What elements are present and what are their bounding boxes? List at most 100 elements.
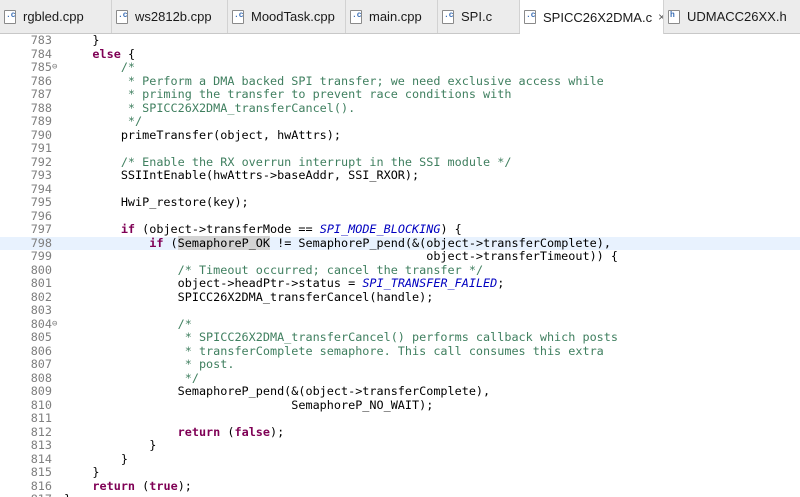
code-line[interactable]: 799 object->transferTimeout)) {: [0, 249, 800, 264]
code-token: SSIIntEnable(hwAttrs->baseAddr, SSI_RXOR…: [64, 168, 420, 182]
code-text: if (object->transferMode == SPI_MODE_BLO…: [64, 222, 462, 237]
comment-token: * priming the transfer to prevent race c…: [64, 87, 512, 101]
code-line[interactable]: 816 return (true);: [0, 478, 800, 494]
keyword-token: return: [92, 478, 136, 493]
code-text: object->transferTimeout)) {: [64, 249, 618, 264]
code-line[interactable]: 802 SPICC26X2DMA_transferCancel(handle);: [0, 290, 800, 305]
code-line[interactable]: 815 }: [0, 465, 800, 480]
tab-label: ws2812b.cpp: [135, 9, 212, 24]
tab-rgbled-cpp[interactable]: .c rgbled.cpp: [0, 0, 112, 33]
code-line[interactable]: 788 * SPICC26X2DMA_transferCancel().: [0, 100, 800, 116]
line-number: 804: [30, 316, 52, 331]
code-token: ;: [497, 276, 505, 290]
tab-spicc26x2dma-c[interactable]: .c SPICC26X2DMA.c ×: [520, 0, 664, 34]
c-file-icon: .c: [524, 10, 536, 24]
line-number: 785: [30, 60, 52, 74]
code-line[interactable]: 812 return (false);: [0, 424, 800, 440]
code-line[interactable]: 807 * post.: [0, 357, 800, 372]
code-line[interactable]: 806 * transferComplete semaphore. This c…: [0, 343, 800, 359]
code-text: }: [64, 34, 99, 48]
c-file-icon: .c: [442, 9, 454, 24]
code-token: ) {: [440, 222, 462, 236]
code-line[interactable]: 794: [0, 182, 800, 197]
line-number: 814: [30, 451, 52, 466]
code-text: }: [64, 438, 156, 453]
line-number: 815: [30, 465, 52, 479]
code-line[interactable]: 800 /* Timeout occurred; cancel the tran…: [0, 262, 800, 278]
code-text: else {: [64, 46, 135, 62]
tab-ws2812b-cpp[interactable]: .c ws2812b.cpp: [112, 0, 228, 33]
code-text: return (false);: [64, 424, 285, 440]
line-number: 789: [30, 114, 52, 128]
line-number: 812: [30, 424, 52, 439]
keyword-token: false: [234, 424, 270, 439]
code-line[interactable]: 803: [0, 303, 800, 318]
fold-toggle-icon[interactable]: ⊖: [52, 61, 62, 75]
code-line[interactable]: 795 HwiP_restore(key);: [0, 195, 800, 210]
comment-token: /* Timeout occurred; cancel the transfer…: [177, 262, 484, 277]
line-number: 801: [30, 276, 52, 290]
code-editor[interactable]: 783 } 784 else {785 ⊖ /* 786 * Perform a DM…: [0, 34, 800, 497]
fold-toggle-icon[interactable]: ⊖: [52, 318, 62, 332]
code-token: object->transferTimeout)) {: [64, 249, 618, 263]
code-token: (object->transferMode ==: [135, 222, 320, 236]
code-line[interactable]: 804 ⊖ /*: [0, 316, 800, 332]
code-line[interactable]: 801 object->headPtr->status = SPI_TRANSF…: [0, 276, 800, 291]
code-line[interactable]: 810 SemaphoreP_NO_WAIT);: [0, 397, 800, 413]
code-line[interactable]: 786 * Perform a DMA backed SPI transfer;…: [0, 74, 800, 89]
code-line[interactable]: 817}: [0, 492, 800, 497]
line-number: 810: [30, 397, 52, 412]
code-line-current[interactable]: 798 if (SemaphoreP_OK != SemaphoreP_pend…: [0, 235, 800, 250]
code-text: /*: [64, 60, 135, 75]
code-line[interactable]: 809 SemaphoreP_pend(&(object->transferCo…: [0, 384, 800, 399]
keyword-token: else: [92, 46, 121, 61]
code-line[interactable]: 796: [0, 209, 800, 224]
code-token: != SemaphoreP_pend(&(object->transferCom…: [270, 235, 611, 250]
code-line[interactable]: 785 ⊖ /*: [0, 60, 800, 75]
c-file-icon: .c: [116, 9, 128, 24]
tab-udmacc26xx-h[interactable]: h UDMACC26XX.h: [664, 0, 800, 33]
code-text: }: [64, 465, 99, 480]
line-number: 798: [30, 235, 52, 250]
line-number: 799: [30, 249, 52, 263]
tab-main-cpp[interactable]: .c main.cpp: [346, 0, 438, 33]
code-line[interactable]: 783 }: [0, 34, 800, 48]
code-text: SPICC26X2DMA_transferCancel(handle);: [64, 290, 434, 305]
code-text: * SPICC26X2DMA_transferCancel() performs…: [64, 330, 618, 345]
header-file-icon: h: [668, 9, 680, 24]
comment-token: */: [64, 370, 199, 385]
code-line[interactable]: 789 */: [0, 114, 800, 129]
code-line[interactable]: 814 }: [0, 451, 800, 467]
code-line[interactable]: 784 else {: [0, 46, 800, 62]
line-number: 788: [30, 100, 52, 115]
line-number: 809: [30, 384, 52, 398]
code-token: }: [64, 492, 71, 497]
code-token: (: [135, 478, 150, 493]
code-line[interactable]: 792 /* Enable the RX overrun interrupt i…: [0, 155, 800, 170]
c-file-icon: .c: [4, 9, 16, 24]
line-number: 805: [30, 330, 52, 344]
comment-token: * transferComplete semaphore. This call …: [64, 343, 604, 358]
code-text: * post.: [64, 357, 235, 372]
code-line[interactable]: 813 }: [0, 438, 800, 453]
code-line[interactable]: 811: [0, 411, 800, 426]
code-line[interactable]: 805 * SPICC26X2DMA_transferCancel() perf…: [0, 330, 800, 345]
code-line[interactable]: 808 */: [0, 370, 800, 386]
tab-spi-c[interactable]: .c SPI.c: [438, 0, 520, 33]
code-line[interactable]: 787 * priming the transfer to prevent ra…: [0, 87, 800, 102]
code-text: */: [64, 114, 142, 129]
line-number: 790: [30, 127, 52, 142]
line-number: 806: [30, 343, 52, 358]
code-line[interactable]: 797 if (object->transferMode == SPI_MODE…: [0, 222, 800, 237]
tab-moodtask-cpp[interactable]: .c MoodTask.cpp: [228, 0, 346, 33]
code-line[interactable]: 793 SSIIntEnable(hwAttrs->baseAddr, SSI_…: [0, 168, 800, 183]
code-line[interactable]: 790 primeTransfer(object, hwAttrs);: [0, 127, 800, 143]
code-text: */: [64, 370, 199, 386]
code-line[interactable]: 791: [0, 141, 800, 156]
code-text: HwiP_restore(key);: [64, 195, 249, 210]
